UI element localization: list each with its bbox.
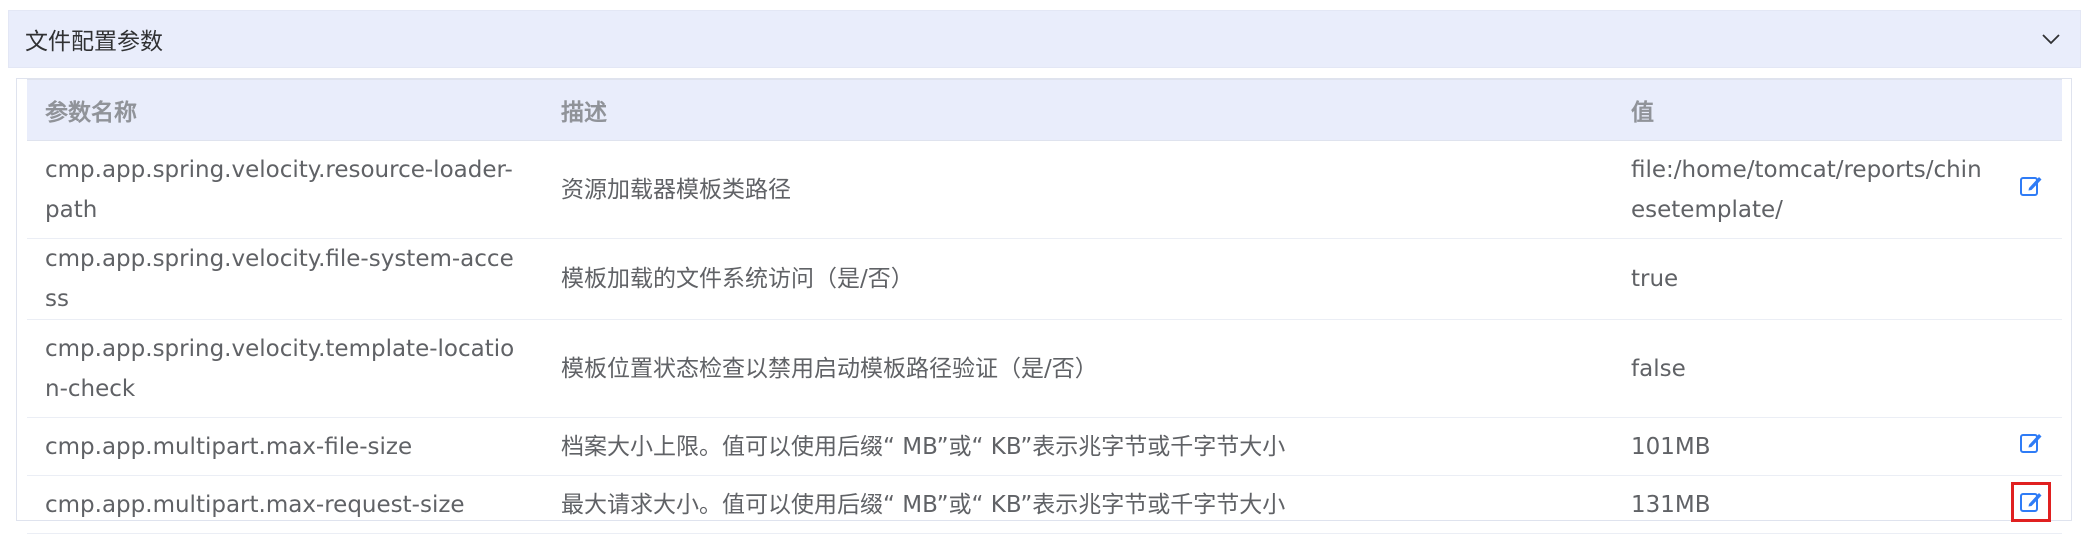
column-header-name: 参数名称	[27, 79, 543, 141]
row-action-cell	[2000, 140, 2062, 239]
column-header-action	[2000, 79, 2062, 141]
params-table-container: 参数名称 描述 值 cmp.app.spring.velocity.resour…	[16, 78, 2072, 534]
table-row: cmp.app.spring.velocity.file-system-acce…	[27, 238, 2062, 320]
param-description-cell: 最大请求大小。值可以使用后缀“ MB”或“ KB”表示兆字节或千字节大小	[543, 475, 1613, 534]
row-action-cell	[2000, 475, 2062, 534]
param-value-cell: true	[1613, 238, 2000, 320]
column-header-description: 描述	[543, 79, 1613, 141]
param-name-cell: cmp.app.multipart.max-file-size	[27, 417, 543, 476]
param-name-cell: cmp.app.spring.velocity.file-system-acce…	[27, 238, 543, 320]
edit-icon[interactable]	[2014, 426, 2048, 460]
table-row: cmp.app.multipart.max-request-size 最大请求大…	[27, 475, 2062, 534]
edit-icon[interactable]	[2011, 482, 2051, 522]
param-value-cell: 131MB	[1613, 475, 2000, 534]
param-description-cell: 模板加载的文件系统访问（是/否）	[543, 238, 1613, 320]
table-row: cmp.app.multipart.max-file-size 档案大小上限。值…	[27, 417, 2062, 476]
panel-header[interactable]: 文件配置参数	[8, 10, 2081, 68]
table-row: cmp.app.spring.velocity.resource-loader-…	[27, 140, 2062, 239]
param-name-cell: cmp.app.spring.velocity.template-locatio…	[27, 319, 543, 418]
row-action-cell	[2000, 319, 2062, 418]
edit-icon[interactable]	[2014, 169, 2048, 203]
column-header-value: 值	[1613, 79, 2000, 141]
panel-title: 文件配置参数	[25, 29, 163, 55]
params-table: 参数名称 描述 值 cmp.app.spring.velocity.resour…	[27, 79, 2062, 534]
param-value-cell: false	[1613, 319, 2000, 418]
row-action-cell	[2000, 238, 2062, 320]
param-name-cell: cmp.app.multipart.max-request-size	[27, 475, 543, 534]
chevron-down-icon[interactable]	[2040, 28, 2062, 50]
table-row: cmp.app.spring.velocity.template-locatio…	[27, 319, 2062, 418]
param-name-cell: cmp.app.spring.velocity.resource-loader-…	[27, 140, 543, 239]
param-value-cell: file:/home/tomcat/reports/chinesetemplat…	[1613, 140, 2000, 239]
param-description-cell: 模板位置状态检查以禁用启动模板路径验证（是/否）	[543, 319, 1613, 418]
param-description-cell: 资源加载器模板类路径	[543, 140, 1613, 239]
table-header-row: 参数名称 描述 值	[27, 79, 2062, 141]
row-action-cell	[2000, 417, 2062, 476]
param-description-cell: 档案大小上限。值可以使用后缀“ MB”或“ KB”表示兆字节或千字节大小	[543, 417, 1613, 476]
param-value-cell: 101MB	[1613, 417, 2000, 476]
